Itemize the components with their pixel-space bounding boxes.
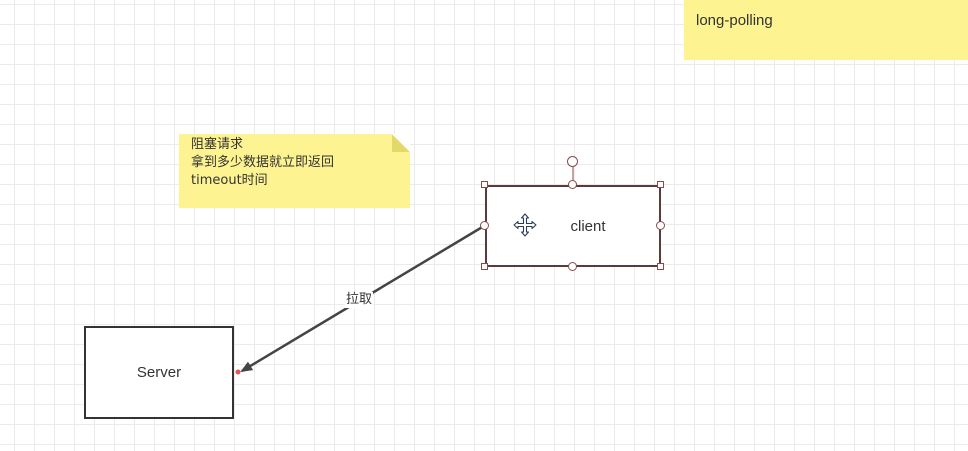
edge-label[interactable]: 拉取 [345, 292, 374, 308]
move-cursor-icon [513, 213, 537, 237]
connect-handle-top[interactable] [568, 180, 577, 189]
server-node-label: Server [136, 364, 182, 381]
resize-handle-bottom-right[interactable] [657, 263, 664, 270]
client-node[interactable]: client [485, 185, 661, 267]
resize-handle-top-left[interactable] [481, 181, 488, 188]
diagram-canvas[interactable]: long-polling 阻塞请求 拿到多少数据就立即返回 timeout时间 … [0, 0, 968, 451]
connect-handle-bottom[interactable] [568, 262, 577, 271]
note-line-2: 拿到多少数据就立即返回 [191, 155, 335, 170]
connect-handle-right[interactable] [656, 221, 665, 230]
note-line-3: timeout时间 [191, 173, 268, 188]
note-blocking-request[interactable]: 阻塞请求 拿到多少数据就立即返回 timeout时间 [179, 134, 410, 208]
resize-handle-top-right[interactable] [657, 181, 664, 188]
rotate-handle-icon[interactable] [567, 156, 578, 167]
edge-endpoint-dot [235, 369, 241, 375]
note-fold-shadow [392, 134, 410, 152]
note-long-polling-text: long-polling [696, 12, 773, 29]
server-node[interactable]: Server [84, 326, 234, 419]
note-long-polling[interactable]: long-polling [684, 0, 968, 60]
connect-handle-left[interactable] [480, 221, 489, 230]
resize-handle-bottom-left[interactable] [481, 263, 488, 270]
note-line-1: 阻塞请求 [191, 137, 244, 152]
client-node-label: client [570, 217, 606, 235]
